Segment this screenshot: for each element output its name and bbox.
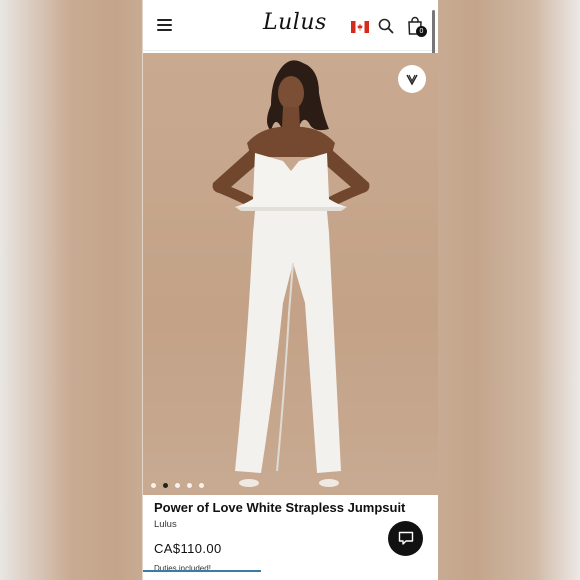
model-photo-illustration — [212, 60, 370, 487]
product-image[interactable] — [143, 53, 438, 495]
chat-button[interactable] — [388, 521, 423, 556]
cart-count-badge: 0 — [416, 26, 427, 37]
search-icon[interactable] — [378, 18, 394, 34]
wishlist-button[interactable] — [398, 65, 426, 93]
lulus-logo[interactable]: Lulus — [263, 10, 327, 35]
gallery-dots[interactable] — [151, 483, 204, 488]
product-price: CA$110.00 — [154, 541, 222, 556]
product-title: Power of Love White Strapless Jumpsuit — [154, 500, 406, 515]
gallery-dot[interactable] — [199, 483, 204, 488]
gallery-dot[interactable] — [175, 483, 180, 488]
menu-icon[interactable] — [157, 19, 172, 31]
gallery-dot[interactable] — [151, 483, 156, 488]
loading-bar — [143, 570, 261, 572]
site-header: Lulus 0 — [143, 0, 438, 96]
chat-icon — [398, 531, 413, 545]
gallery-dot-active[interactable] — [163, 483, 168, 488]
product-brand[interactable]: Lulus — [154, 519, 177, 530]
phone-frame: Lulus 0 Power of Love White Strapless Ju… — [143, 0, 438, 580]
gallery-dot[interactable] — [187, 483, 192, 488]
heart-icon — [406, 74, 418, 85]
canada-flag-icon[interactable] — [351, 21, 369, 33]
